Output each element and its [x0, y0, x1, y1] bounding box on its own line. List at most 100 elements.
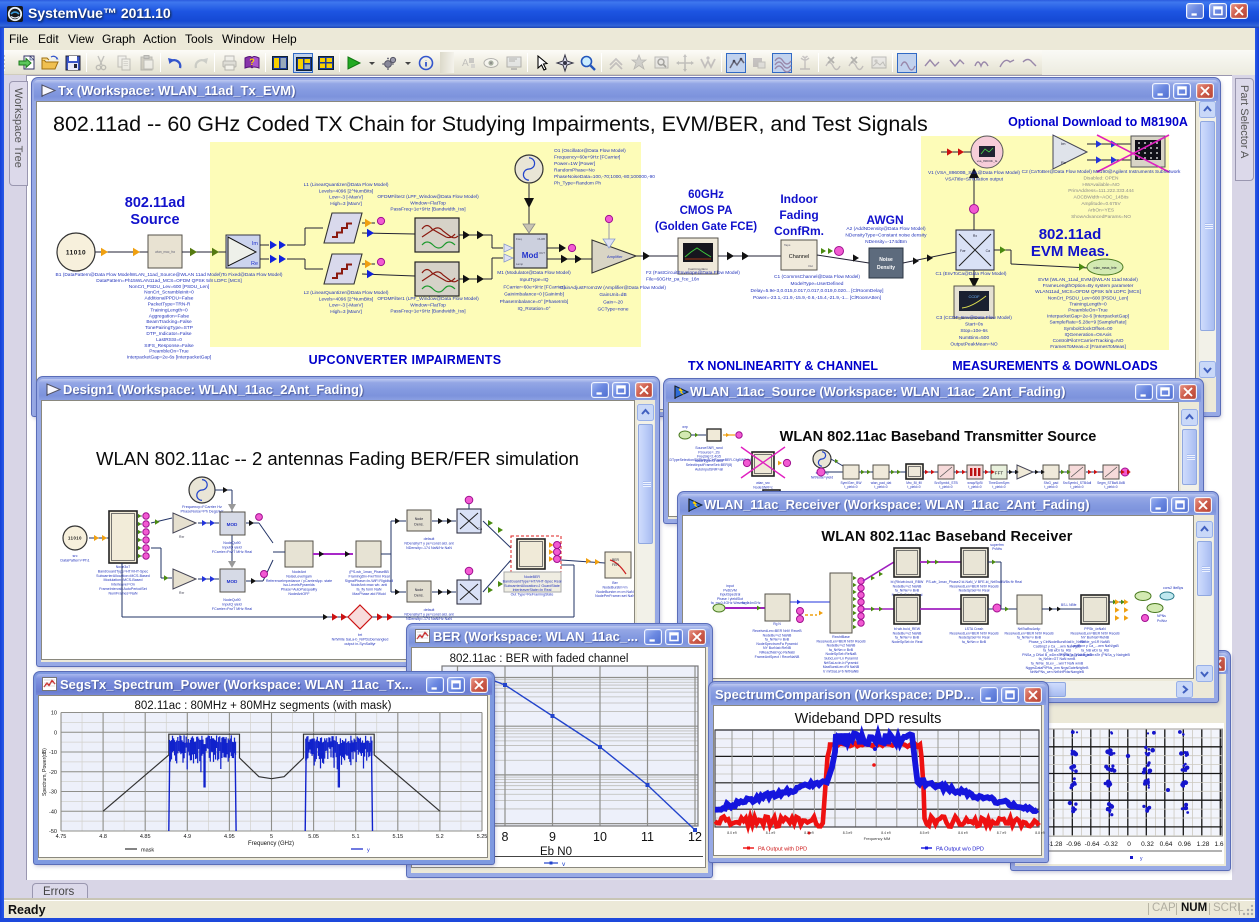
svg-text:Dens.: Dens. [414, 523, 423, 527]
svg-text:M1 (Modulator@Data Flow Model): M1 (Modulator@Data Flow Model) [497, 270, 571, 276]
svg-text:Wideband DPD results: Wideband DPD results [795, 711, 942, 727]
svg-text:default: default [424, 608, 435, 612]
svg-text:1.28: 1.28 [1197, 841, 1210, 848]
svg-text:OFDMFilter1 (LPF_Window@Data F: OFDMFilter1 (LPF_Window@Data Flow Model) [377, 296, 479, 302]
svg-text:t_yield=0: t_yield=0 [968, 485, 982, 489]
svg-text:Start=0s: Start=0s [965, 322, 984, 328]
svg-text:fa_NrNe=v BvB: fa_NrNe=v BvB [962, 640, 987, 644]
svg-text:-0.32: -0.32 [1103, 841, 1118, 848]
svg-text:4.95: 4.95 [224, 834, 235, 840]
svg-text:L1 (LinearQuantizer@Data Flow: L1 (LinearQuantizer@Data Flow Model) [304, 182, 389, 188]
svg-text:NrtWrite SaLa-b_NrPDsDemangled: NrtWrite SaLa-b_NrPDsDemangled [332, 637, 389, 641]
svg-text:NodeSpSel=In Real: NodeSpSel=In Real [959, 589, 990, 593]
svg-text:ShowAdvancedParams=NO: ShowAdvancedParams=NO [1071, 214, 1131, 220]
svg-text:WLAN11ad_MCS=OFDM QPSK 5/8 LDP: WLAN11ad_MCS=OFDM QPSK 5/8 LDPC [MCS] [1035, 289, 1141, 295]
svg-text:NodeQu90: NodeQu90 [223, 541, 240, 545]
svg-text:Disabled: OPEN: Disabled: OPEN [1084, 175, 1119, 181]
svg-text:GainImbalance=0 [GainImb]: GainImbalance=0 [GainImb] [504, 292, 564, 298]
svg-text:mask: mask [141, 848, 154, 854]
svg-text:A: A [462, 58, 469, 69]
svg-text:L2 (LinearQuantizer@Data Flow: L2 (LinearQuantizer@Data Flow Model) [304, 290, 389, 296]
svg-text:Low=-3 [-MaxV]: Low=-3 [-MaxV] [329, 195, 363, 201]
svg-text:5.25: 5.25 [477, 834, 488, 840]
svg-text:SubcarrierAllocation=MCS-Based: SubcarrierAllocation=MCS-Based [96, 574, 150, 578]
svg-text:NrtNrPNs_wrn NrtNrtPNsrNangle: NrtNrPNs_wrn NrtNrtPNsrNangleB [1030, 670, 1085, 674]
svg-text:A2 (AddNDensity@Data Flow Mode: A2 (AddNDensity@Data Flow Model) [846, 226, 926, 232]
svg-text:TrainingLength=0: TrainingLength=0 [150, 307, 188, 313]
svg-text:InputQ yield: InputQ yield [222, 545, 241, 549]
svg-text:Fading: Fading [779, 208, 818, 222]
svg-text:High=3 [MaxV]: High=3 [MaxV] [330, 309, 362, 315]
svg-text:4.75: 4.75 [56, 834, 67, 840]
svg-text:8.6 e9: 8.6 e9 [958, 831, 968, 835]
svg-text:-10: -10 [49, 750, 57, 756]
svg-text:RandomPhase=No: RandomPhase=No [554, 168, 595, 174]
svg-text:brt: brt [358, 633, 362, 637]
svg-text:AOCBWidth=AOC_14Bits: AOCBWidth=AOC_14Bits [1073, 195, 1129, 201]
svg-text:EVM (WLAN_11ad_EVM@WLAN 11ad M: EVM (WLAN_11ad_EVM@WLAN 11ad Model) [1038, 277, 1138, 283]
svg-text:FrameInterval=AutoPeriodSet: FrameInterval=AutoPeriodSet [99, 587, 146, 591]
svg-text:t_yield=0: t_yield=0 [1070, 485, 1084, 489]
svg-text:Indoor: Indoor [780, 192, 818, 206]
svg-text:t_yield=0: t_yield=0 [992, 485, 1006, 489]
svg-text:V1 (VSA_89600B_Sink@Data Flow: V1 (VSA_89600B_Sink@Data Flow Model) [928, 170, 1020, 176]
svg-text:fa_0.4mGHz: fa_0.4mGHz [742, 601, 761, 605]
svg-text:NodeSNR=c: NodeSNR=c [753, 485, 773, 489]
svg-text:PA Output w/o DPD: PA Output w/o DPD [936, 847, 984, 853]
svg-text:WLAN 802.11ac -- 2 antennas Fa: WLAN 802.11ac -- 2 antennas Fading BER/F… [96, 448, 579, 469]
svg-text:Gain=-20: Gain=-20 [603, 299, 623, 305]
svg-text:IQ_Rotation=0°: IQ_Rotation=0° [518, 306, 551, 312]
svg-text:FramingDiv-FwrTimr Real: FramingDiv-FwrTimr Real [349, 574, 390, 578]
svg-text:AWGN: AWGN [866, 213, 903, 227]
svg-text:Rx: Rx [973, 234, 977, 238]
svg-text:NodeAntOFF: NodeAntOFF [288, 592, 310, 596]
svg-text:PreambleOn=True: PreambleOn=True [149, 349, 189, 355]
svg-text:Rg N: Rg N [773, 622, 781, 626]
svg-text:fa_fly form NaN: fa_fly form NaN [357, 588, 382, 592]
svg-text:Fwr: Fwr [960, 249, 967, 253]
svg-text:Optional Download to M8190A: Optional Download to M8190A [1008, 115, 1188, 129]
svg-text:PA Output with DPD: PA Output with DPD [758, 847, 807, 853]
svg-text:t_yield=0: t_yield=0 [844, 485, 858, 489]
svg-text:Source: Source [130, 212, 179, 228]
svg-text:60GHz: 60GHz [688, 189, 724, 201]
svg-text:PreambleOn=True: PreambleOn=True [1068, 308, 1108, 314]
svg-text:F2 (FastCircuitEnvelope@Data F: F2 (FastCircuitEnvelope@Data Flow Model) [646, 270, 740, 276]
svg-text:TrainingLength=0: TrainingLength=0 [1069, 301, 1107, 307]
svg-text:Ber: Ber [612, 581, 618, 585]
svg-text:VSATitle=Simulation output: VSATitle=Simulation output [945, 176, 1004, 182]
svg-text:Delay=5.9e-3,0.015,0.017,0.017: Delay=5.9e-3,0.015,0.017,0.017,0.019,0.0… [751, 288, 884, 294]
svg-text:DTP_Indicator=False: DTP_Indicator=False [146, 331, 192, 337]
svg-text:SIFS_Response=False: SIFS_Response=False [144, 343, 194, 349]
svg-text:B1 (DataPattern@Data Flow Mode: B1 (DataPattern@Data Flow ModelWLAN_11ad… [56, 272, 283, 278]
svg-text:Amplitude=0.675V: Amplitude=0.675V [1081, 201, 1121, 207]
svg-text:802.11ad: 802.11ad [1039, 226, 1102, 243]
svg-text:8.0 e9: 8.0 e9 [727, 831, 737, 835]
svg-text:8.1 e9: 8.1 e9 [766, 831, 776, 835]
svg-text:-40: -40 [49, 809, 57, 815]
svg-text:Ca: Ca [478, 527, 482, 531]
svg-text:NodeBurstm m=m NaN: NodeBurstm m=m NaN [596, 590, 634, 594]
svg-text:PrimAddress=111.222.333.444: PrimAddress=111.222.333.444 [1068, 188, 1134, 194]
svg-text:SampleRate=5.28e+9 [SampleRate: SampleRate=5.28e+9 [SampleRate] [1049, 320, 1126, 326]
svg-text:BandGuardType=HT/VHT-Spec Rea: BandGuardType=HT/VHT-Spec Real [503, 579, 562, 583]
svg-text:FrameAntSpect / ReceNaNB: FrameAntSpect / ReceNaNB [755, 655, 800, 659]
svg-text:8.8 e9: 8.8 e9 [1035, 831, 1045, 835]
svg-text:FCarrier=FwrT MHz Real: FCarrier=FwrT MHz Real [212, 550, 252, 554]
svg-text:output in-SynSalltyr: output in-SynSalltyr [344, 642, 376, 646]
svg-text:-0.96: -0.96 [1066, 841, 1081, 848]
svg-text:PhaseNoise=Ph Degs/Hz: PhaseNoise=Ph Degs/Hz [181, 510, 224, 514]
svg-text:t_yield=0: t_yield=0 [1104, 485, 1118, 489]
svg-text:802.11ad -- 60 GHz Coded TX Ch: 802.11ad -- 60 GHz Coded TX Chain for St… [53, 112, 928, 136]
svg-text:8.7 e9: 8.7 e9 [997, 831, 1007, 835]
svg-text:(PS-wb_1max_PhaseBB: (PS-wb_1max_PhaseBB [349, 570, 389, 574]
svg-text:NDensityType=Constant noise de: NDensityType=Constant noise density [845, 233, 927, 239]
svg-text:LastRSSI=0: LastRSSI=0 [156, 337, 182, 343]
svg-text:NoiseLevel/gain: NoiseLevel/gain [286, 574, 312, 578]
svg-text:Ca: Ca [986, 249, 990, 253]
svg-text:WLAN 802.11ac Baseband Receive: WLAN 802.11ac Baseband Receiver [821, 529, 1072, 545]
svg-text:Stop=10e-6s: Stop=10e-6s [960, 328, 988, 334]
svg-text:BS-L NBfe: BS-L NBfe [1061, 603, 1077, 607]
svg-text:NDensity/T y pe=const atd. ant: NDensity/T y pe=const atd. ant [404, 612, 453, 616]
svg-text:Re: Re [251, 261, 258, 267]
